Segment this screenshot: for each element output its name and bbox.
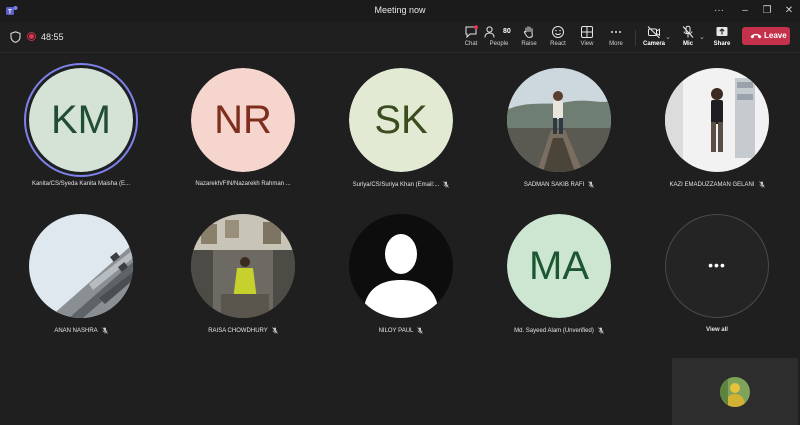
- meeting-timer: 48:55: [41, 32, 64, 42]
- participant-name-text: Suriya/CS/Suriya Khan (Email:...: [352, 182, 440, 189]
- self-avatar: [720, 377, 750, 407]
- avatar: [507, 68, 611, 172]
- participant-tile[interactable]: NILOY PAUL: [326, 214, 476, 354]
- toolbar-divider: [635, 30, 636, 46]
- people-label: People: [489, 41, 509, 47]
- avatar: MA: [507, 214, 611, 318]
- participant-name: Kanita/CS/Syeda Kanita Maisha (E...: [6, 181, 156, 187]
- participant-name-text: Kanita/CS/Syeda Kanita Maisha (E...: [31, 181, 131, 187]
- mic-label: Mic: [682, 41, 693, 47]
- mic-muted-icon: [588, 181, 594, 188]
- ellipsis-icon: •••: [708, 257, 726, 273]
- mic-off-icon: [682, 25, 694, 38]
- mic-muted-icon: [272, 327, 278, 334]
- participant-name: Nazarekh/FIN/Nazarekh Rahman ...: [168, 181, 318, 187]
- avatar: NR: [191, 68, 295, 172]
- people-button[interactable]: 80 People: [482, 25, 516, 51]
- more-button[interactable]: More: [599, 25, 633, 51]
- participant-name-text: Md. Sayeed Alam (Unverified): [514, 328, 594, 335]
- mic-muted-icon: [758, 181, 765, 188]
- profile-photo-building: [29, 214, 133, 318]
- people-icon: [484, 26, 495, 38]
- more-options-icon[interactable]: ···: [710, 3, 728, 19]
- participant-name-text: Nazarekh/FIN/Nazarekh Rahman ...: [195, 181, 291, 187]
- avatar: KM: [29, 68, 133, 172]
- shield-icon[interactable]: [10, 31, 21, 43]
- mic-muted-icon: [417, 327, 424, 334]
- restore-icon[interactable]: ❐: [758, 3, 776, 19]
- participant-name-text: NILOY PAUL: [378, 328, 414, 335]
- smiley-icon: [552, 26, 564, 38]
- participant-tile[interactable]: SK Suriya/CS/Suriya Khan (Email:...: [326, 68, 476, 208]
- mic-muted-icon: [443, 181, 450, 188]
- avatar-initials: KM: [29, 68, 133, 172]
- self-view-tile[interactable]: [672, 358, 798, 425]
- recording-icon: [27, 32, 36, 41]
- share-screen-icon: [716, 27, 728, 36]
- avatar: [29, 214, 133, 318]
- people-count: 80: [503, 28, 511, 35]
- more-label: More: [609, 41, 623, 47]
- participant-name-text: ANAN NASHRA: [54, 328, 98, 335]
- participant-name: ANAN NASHRA: [6, 327, 156, 334]
- avatar: [349, 214, 453, 318]
- self-profile-photo: [720, 377, 750, 407]
- profile-photo-landscape: [507, 68, 611, 172]
- view-all-label[interactable]: View all: [642, 327, 792, 333]
- default-user-silhouette-icon: [349, 214, 453, 318]
- participant-tile[interactable]: KM Kanita/CS/Syeda Kanita Maisha (E...: [6, 68, 156, 208]
- leave-label: Leave: [764, 31, 787, 40]
- avatar-initials: SK: [349, 68, 453, 172]
- participant-tile[interactable]: RAISA CHOWDHURY: [168, 214, 318, 354]
- window-title: Meeting now: [374, 5, 426, 15]
- title-bar: T Meeting now ··· – ❐ ✕: [0, 0, 800, 22]
- avatar: [665, 68, 769, 172]
- view-all-tile[interactable]: ••• View all: [642, 214, 792, 354]
- profile-photo-room: [191, 214, 295, 318]
- view-all-button[interactable]: •••: [665, 214, 769, 318]
- minimize-icon[interactable]: –: [736, 3, 754, 19]
- leave-button[interactable]: Leave: [742, 27, 790, 45]
- participant-tile[interactable]: MA Md. Sayeed Alam (Unverified): [484, 214, 634, 354]
- phone-hangup-icon: [750, 33, 762, 39]
- mic-muted-icon: [101, 327, 108, 334]
- participant-name: SADMAN SAKIB RAFI: [484, 181, 634, 188]
- participant-name-text: SADMAN SAKIB RAFI: [523, 182, 585, 189]
- grid-view-icon: [581, 26, 593, 38]
- share-label: Share: [713, 41, 731, 47]
- camera-label: Camera: [642, 41, 665, 47]
- hand-icon: [523, 26, 533, 38]
- avatar: SK: [349, 68, 453, 172]
- avatar: [191, 214, 295, 318]
- participant-name: RAISA CHOWDHURY: [168, 327, 318, 334]
- chat-icon: [465, 25, 478, 39]
- share-button[interactable]: Share: [705, 25, 739, 51]
- participant-name: Suriya/CS/Suriya Khan (Email:...: [326, 181, 476, 188]
- participant-tile[interactable]: NR Nazarekh/FIN/Nazarekh Rahman ...: [168, 68, 318, 208]
- participant-tile[interactable]: ANAN NASHRA: [6, 214, 156, 354]
- profile-photo-portrait: [665, 68, 769, 172]
- close-icon[interactable]: ✕: [780, 3, 798, 19]
- ellipsis-icon: [611, 31, 621, 33]
- participant-tile[interactable]: SADMAN SAKIB RAFI: [484, 68, 634, 208]
- participant-name-text: KAZI EMADUZZAMAN GELANI: [669, 182, 755, 189]
- mic-options-chevron-icon[interactable]: ⌄: [699, 33, 705, 41]
- mic-muted-icon: [598, 327, 604, 334]
- participant-name-text: RAISA CHOWDHURY: [208, 328, 268, 335]
- camera-options-chevron-icon[interactable]: ⌄: [665, 33, 671, 41]
- avatar-initials: NR: [191, 68, 295, 172]
- participant-tile[interactable]: KAZI EMADUZZAMAN GELANI: [642, 68, 792, 208]
- meeting-toolbar: 48:55 Chat 80 People Raise React View Mo…: [0, 22, 800, 53]
- participant-name: Md. Sayeed Alam (Unverified): [484, 327, 634, 334]
- participant-name: NILOY PAUL: [326, 327, 476, 334]
- participant-name: KAZI EMADUZZAMAN GELANI: [642, 181, 792, 188]
- camera-off-icon: [647, 26, 660, 39]
- avatar-initials: MA: [507, 214, 611, 318]
